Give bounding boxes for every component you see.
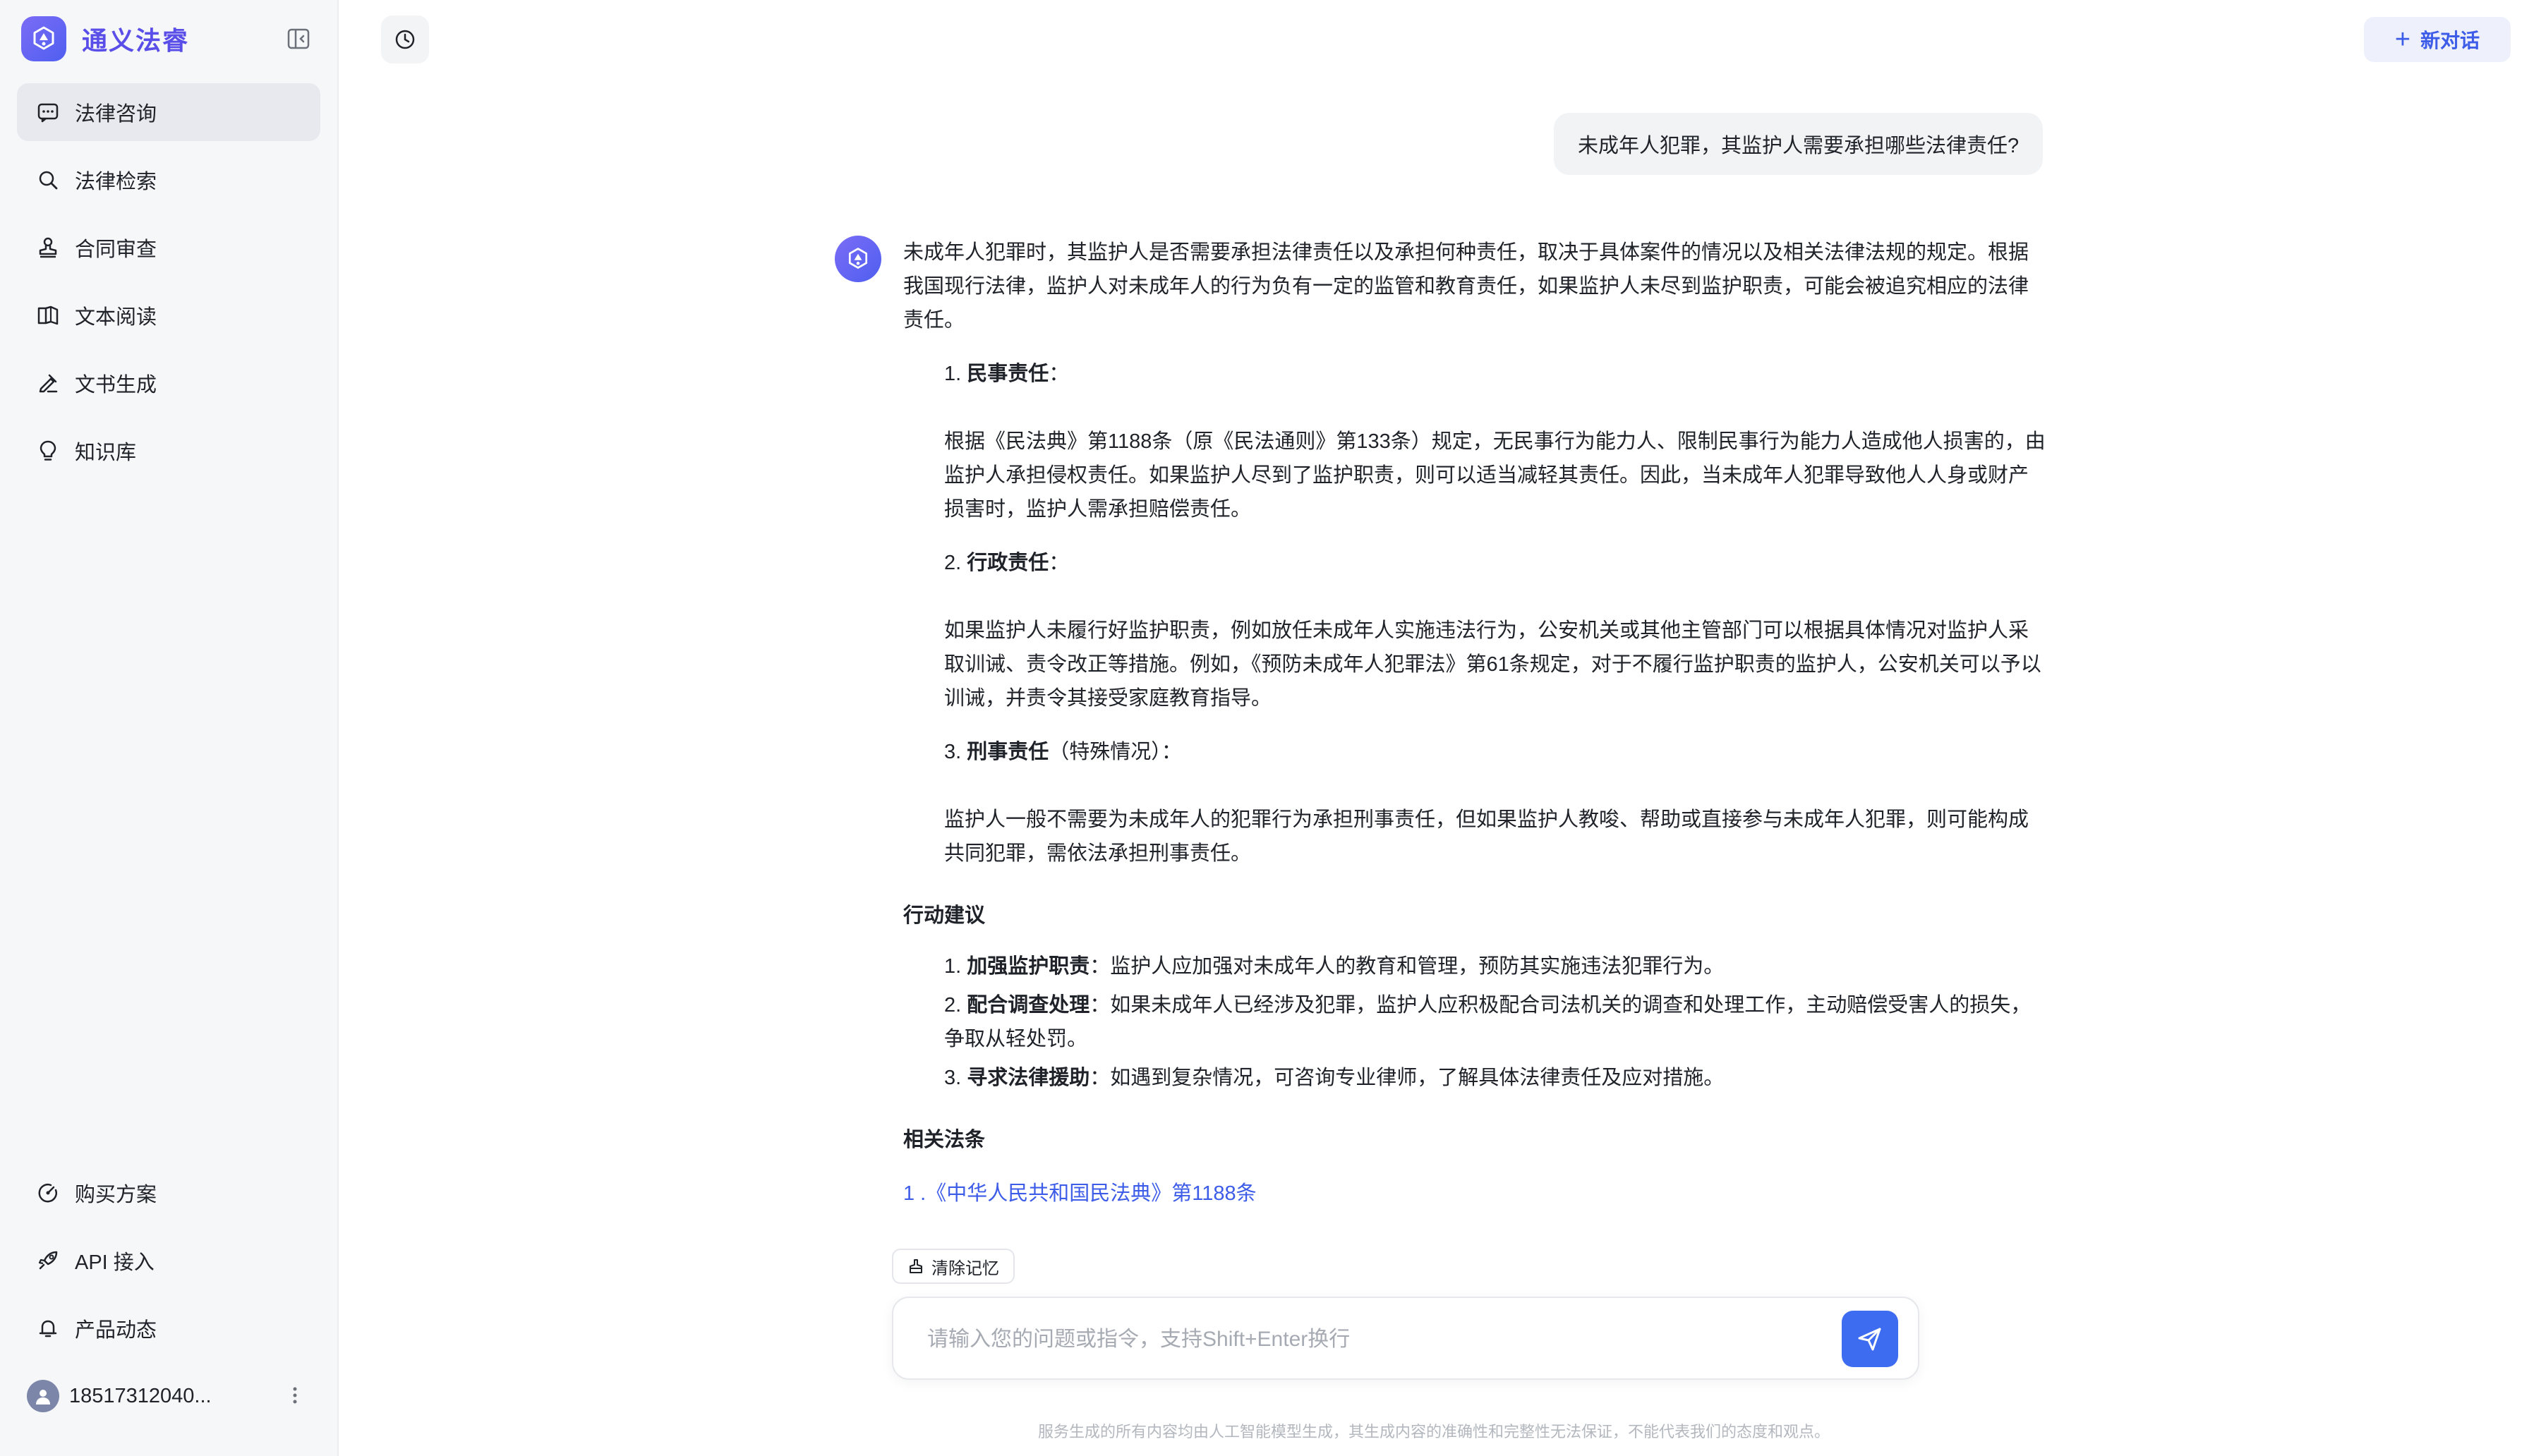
sidebar-item-legal-search[interactable]: 法律检索 <box>17 151 320 209</box>
bot-avatar-icon <box>835 236 881 282</box>
brand[interactable]: 通义法睿 <box>17 0 320 78</box>
item-number: 1. <box>944 363 962 385</box>
gauge-icon <box>34 1179 62 1207</box>
brand-logo-icon <box>21 16 66 61</box>
user-name: 18517312040... <box>69 1384 212 1407</box>
list-item-body: 根据《民法典》第1188条（原《民法通则》第133条）规定，无民事行为能力人、限… <box>944 430 2046 521</box>
item-text: ：如果未成年人已经涉及犯罪，监护人应积极配合司法机关的调查和处理工作，主动赔偿受… <box>944 994 2032 1050</box>
item-number: 2. <box>944 994 962 1017</box>
message-input[interactable] <box>927 1319 1816 1360</box>
sidebar-bottom: 购买方案 API 接入 产品动态 18517312040... <box>17 1164 320 1425</box>
sidebar-item-updates[interactable]: 产品动态 <box>17 1299 320 1357</box>
list-item-body: 如果监护人未履行好监护职责，例如放任未成年人实施违法行为，公安机关或其他主管部门… <box>944 619 2041 710</box>
list-item: 1. 加强监护职责：监护人应加强对未成年人的教育和管理，预防其实施违法犯罪行为。 <box>944 950 2046 983</box>
action-list: 1. 加强监护职责：监护人应加强对未成年人的教育和管理，预防其实施违法犯罪行为。… <box>903 950 2046 1095</box>
sidebar-item-label: 文书生成 <box>75 374 157 396</box>
user-message: 未成年人犯罪，其监护人需要承担哪些法律责任? <box>1554 113 2044 175</box>
item-text: ：监护人应加强对未成年人的教育和管理，预防其实施违法犯罪行为。 <box>1090 955 1725 978</box>
sidebar-item-label: 法律检索 <box>75 171 157 193</box>
item-suffix: （特殊情况）： <box>1049 741 1182 763</box>
search-icon <box>34 166 62 194</box>
sidebar-item-api[interactable]: API 接入 <box>17 1232 320 1290</box>
bell-icon <box>34 1314 62 1342</box>
user-account[interactable]: 18517312040... <box>17 1367 320 1425</box>
list-item: 2. 配合调查处理：如果未成年人已经涉及犯罪，监护人应积极配合司法机关的调查和处… <box>944 988 2046 1056</box>
item-number: 3. <box>944 741 962 763</box>
sidebar-item-label: 合同审查 <box>75 238 157 261</box>
sidebar-item-label: 购买方案 <box>75 1184 157 1206</box>
assistant-message: 未成年人犯罪时，其监护人是否需要承担法律责任以及承担何种责任，取决于具体案件的情… <box>903 236 2046 1211</box>
sidebar-item-doc-generate[interactable]: 文书生成 <box>17 354 320 412</box>
list-item: 3. 寻求法律援助：如遇到复杂情况，可咨询专业律师，了解具体法律责任及应对措施。 <box>944 1061 2046 1095</box>
law-reference-link[interactable]: 1 .《中华人民共和国民法典》第1188条 <box>903 1177 2046 1211</box>
sidebar-item-knowledge-base[interactable]: 知识库 <box>17 422 320 480</box>
send-button[interactable] <box>1842 1311 1898 1367</box>
list-item-title: 3. 刑事责任（特殊情况）： <box>944 735 2046 769</box>
main-panel: + 新对话 未成年人犯罪，其监护人需要承担哪些法律责任? 未成年人犯罪时，其监护… <box>339 0 2529 1456</box>
item-number: 3. <box>944 1067 962 1089</box>
sidebar-item-label: 产品动态 <box>75 1319 157 1342</box>
sidebar-item-label: 法律咨询 <box>75 103 157 126</box>
list-item-title: 1. 民事责任： <box>944 357 2046 391</box>
composer <box>892 1297 1919 1380</box>
list-item-body: 监护人一般不需要为未成年人的犯罪行为承担刑事责任，但如果监护人教唆、帮助或直接参… <box>944 808 2029 865</box>
app-root: 通义法睿 法律咨询 法律检索 合同审查 文本阅读 文书生成 知识库 购买方案 A… <box>0 0 2529 1456</box>
sidebar: 通义法睿 法律咨询 法律检索 合同审查 文本阅读 文书生成 知识库 购买方案 A… <box>0 0 339 1456</box>
item-title: 民事责任 <box>967 363 1049 385</box>
bulb-icon <box>34 437 62 465</box>
more-vertical-icon[interactable] <box>281 1381 309 1409</box>
item-suffix: ： <box>1049 552 1070 574</box>
item-title: 刑事责任 <box>967 741 1049 763</box>
chat-area: 未成年人犯罪，其监护人需要承担哪些法律责任? 未成年人犯罪时，其监护人是否需要承… <box>339 0 2529 1456</box>
broom-icon <box>907 1258 924 1275</box>
sidebar-item-label: 文本阅读 <box>75 306 157 329</box>
item-title: 加强监护职责 <box>967 955 1090 978</box>
item-text: ：如遇到复杂情况，可咨询专业律师，了解具体法律责任及应对措施。 <box>1090 1067 1725 1089</box>
list-item-title: 2. 行政责任： <box>944 546 2046 580</box>
avatar <box>27 1380 59 1412</box>
clear-memory-button[interactable]: 清除记忆 <box>892 1249 1015 1284</box>
book-icon <box>34 301 62 329</box>
rocket-icon <box>34 1246 62 1275</box>
sidebar-item-purchase[interactable]: 购买方案 <box>17 1164 320 1222</box>
item-title: 寻求法律援助 <box>967 1067 1090 1089</box>
send-icon <box>1858 1328 1881 1351</box>
stamp-icon <box>34 233 62 262</box>
item-title: 行政责任 <box>967 552 1049 574</box>
item-suffix: ： <box>1049 363 1070 385</box>
sidebar-item-label: API 接入 <box>75 1251 155 1274</box>
actions-heading: 行动建议 <box>903 904 986 927</box>
item-title: 配合调查处理 <box>967 994 1090 1017</box>
sidebar-item-legal-consult[interactable]: 法律咨询 <box>17 83 320 141</box>
clear-memory-label: 清除记忆 <box>931 1258 999 1278</box>
chat-square-icon <box>34 98 62 126</box>
sidebar-nav: 法律咨询 法律检索 合同审查 文本阅读 文书生成 知识库 <box>17 83 320 480</box>
sidebar-item-text-reading[interactable]: 文本阅读 <box>17 286 320 344</box>
sidebar-item-label: 知识库 <box>75 442 137 464</box>
disclaimer: 服务生成的所有内容均由人工智能模型生成，其生成内容的准确性和完整性无法保证，不能… <box>1037 1423 1830 1440</box>
brand-name: 通义法睿 <box>82 26 190 55</box>
laws-heading: 相关法条 <box>903 1129 986 1151</box>
item-number: 2. <box>944 552 962 574</box>
collapse-sidebar-icon[interactable] <box>285 25 312 52</box>
answer-intro: 未成年人犯罪时，其监护人是否需要承担法律责任以及承担何种责任，取决于具体案件的情… <box>903 241 2029 332</box>
pen-icon <box>34 369 62 397</box>
sidebar-item-contract-review[interactable]: 合同审查 <box>17 219 320 277</box>
item-number: 1. <box>944 955 962 978</box>
responsibility-list: 1. 民事责任： 根据《民法典》第1188条（原《民法通则》第133条）规定，无… <box>903 357 2046 870</box>
